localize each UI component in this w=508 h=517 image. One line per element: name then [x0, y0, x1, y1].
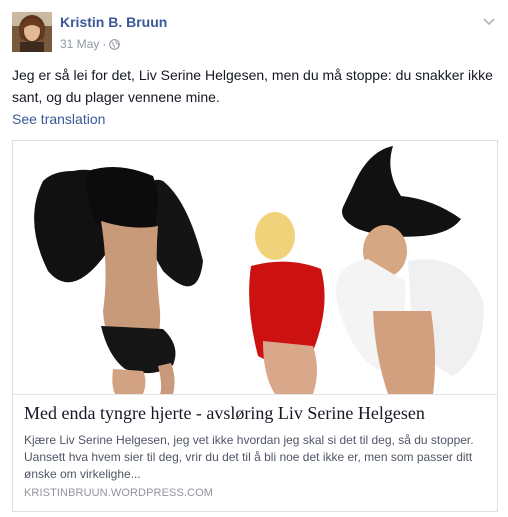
chevron-down-icon[interactable]: [482, 14, 496, 26]
see-translation-link[interactable]: See translation: [12, 111, 105, 127]
post-text: Jeg er så lei for det, Liv Serine Helges…: [12, 67, 493, 105]
avatar[interactable]: [12, 12, 52, 52]
link-preview-card[interactable]: Med enda tyngre hjerte - avsløring Liv S…: [12, 140, 498, 512]
post-date[interactable]: 31 May: [60, 37, 99, 51]
link-description: Kjære Liv Serine Helgesen, jeg vet ikke …: [24, 433, 474, 481]
link-preview-image[interactable]: [13, 141, 497, 394]
post-meta: 31 May ·: [60, 37, 121, 51]
link-title[interactable]: Med enda tyngre hjerte - avsløring Liv S…: [24, 403, 488, 424]
author-name[interactable]: Kristin B. Bruun: [60, 14, 167, 30]
meta-separator: ·: [102, 37, 107, 51]
facebook-post: Kristin B. Bruun 31 May · Jeg er så lei …: [0, 0, 508, 517]
link-domain: KRISTINBRUUN.WORDPRESS.COM: [24, 487, 213, 499]
globe-icon[interactable]: [109, 38, 121, 50]
card-divider: [13, 394, 497, 395]
